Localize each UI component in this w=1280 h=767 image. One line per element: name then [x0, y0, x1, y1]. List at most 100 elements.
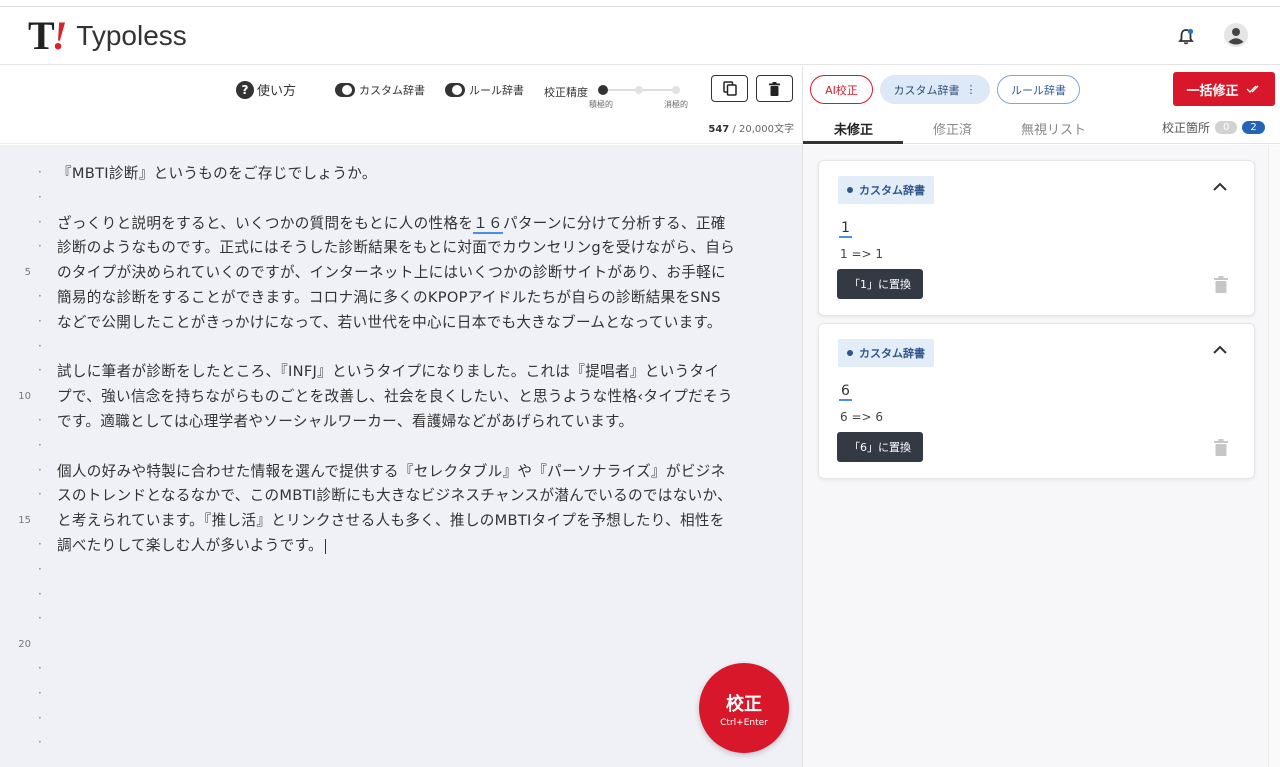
- trash-icon[interactable]: [1214, 439, 1228, 456]
- text-line: などで公開したことがきっかけになって、若い世代を中心に日本でも大きなブームとなっ…: [57, 310, 792, 335]
- text-segment: 『MBTI診断』というものをご存じでしょうか。: [57, 165, 377, 182]
- text-editor[interactable]: · · · · 5 · · · · 10 · · · · 15 · · · · 20 · · · · 『MBTI診断』というも…: [0, 145, 802, 767]
- open-count-badge: 2: [1242, 121, 1265, 134]
- chevron-up-icon[interactable]: [1212, 181, 1228, 193]
- user-avatar-icon[interactable]: [1224, 23, 1248, 47]
- text-segment: パターンに分けて分析する、正確: [502, 214, 726, 232]
- gutter-line: ·: [0, 608, 44, 633]
- proofread-panel: AI校正 カスタム辞書 ⋮ ルール辞書 一括修正 未修正 修正済 無視リスト 校…: [802, 66, 1280, 767]
- line-dot: ·: [38, 685, 42, 700]
- tab-ignore-list[interactable]: 無視リスト: [1021, 119, 1086, 138]
- line-dot: ·: [38, 735, 42, 750]
- double-check-icon: [1246, 85, 1258, 93]
- ai-proofread-filter[interactable]: AI校正: [810, 75, 873, 104]
- accuracy-slider[interactable]: [598, 84, 684, 98]
- line-dot: ·: [38, 214, 42, 229]
- gutter-line: ·: [0, 311, 44, 336]
- text-segment: 診断のようなものです。正式にはそうした診断結果をもとに対面でカウンセリンgを受け…: [57, 239, 736, 257]
- gutter-line: ·: [0, 484, 44, 509]
- text-caret: [324, 538, 326, 554]
- more-vert-icon[interactable]: ⋮: [966, 83, 977, 96]
- text-line: 診断のようなものです。正式にはそうした診断結果をもとに対面でカウンセリンgを受け…: [57, 235, 792, 260]
- line-dot: ·: [38, 189, 42, 204]
- help-link[interactable]: ? 使い方: [236, 80, 296, 99]
- text-line: と考えられています。『推し活』とリンクさせる人も多く、推しのMBTIタイプを予想…: [57, 508, 792, 533]
- scrollbar[interactable]: [1268, 145, 1280, 767]
- app-logo[interactable]: T! Typoless: [28, 16, 187, 56]
- text-line: 調べたりして楽しむ人が多いようです。: [57, 533, 792, 558]
- line-dot: ·: [38, 537, 42, 551]
- logo-mark: T!: [28, 13, 67, 58]
- slider-thumb[interactable]: [598, 85, 608, 95]
- text-segment: ざっくりと説明をすると、いくつかの質問をもとに人の性格を: [57, 214, 474, 232]
- trash-icon: [769, 81, 780, 96]
- line-dot: ·: [38, 239, 42, 254]
- gutter-line: ·: [0, 236, 44, 261]
- char-count: 547 / 20,000文字: [708, 124, 794, 135]
- flagged-word: 1: [839, 220, 852, 238]
- text-segment: と考えられています。『推し活』とリンクさせる人も多く、推しのMBTIタイプを予想…: [57, 512, 725, 530]
- clear-button[interactable]: [756, 75, 793, 102]
- text-segment: 調べたりして楽しむ人が多いようです。: [57, 537, 323, 554]
- custom-dict-filter[interactable]: カスタム辞書 ⋮: [880, 75, 990, 104]
- line-dot: ·: [38, 338, 42, 353]
- copy-button[interactable]: [711, 75, 748, 102]
- line-dot: ·: [38, 289, 42, 303]
- help-icon: ?: [236, 80, 254, 99]
- proofread-label: 校正: [726, 694, 762, 715]
- text-line: [57, 434, 792, 459]
- text-line: プで、強い信念を持ちながらものごとを改善し、社会を良くしたい、と思うような性格‹…: [57, 384, 792, 409]
- line-dot: ·: [38, 710, 42, 725]
- fix-all-button[interactable]: 一括修正: [1173, 72, 1275, 106]
- logo-text: Typoless: [76, 20, 187, 51]
- gutter-line: 10: [0, 385, 44, 410]
- custom-dict-filter-label: カスタム辞書: [893, 83, 960, 97]
- rule-dict-toggle[interactable]: ルール辞書: [445, 82, 524, 98]
- line-dot: ·: [38, 487, 42, 502]
- replace-button[interactable]: 「1」に置換: [837, 269, 923, 299]
- gutter-line: ·: [0, 162, 44, 187]
- line-dot: ·: [38, 313, 42, 328]
- custom-dict-toggle-label: カスタム辞書: [359, 84, 425, 97]
- editor-toolbar: ? 使い方 カスタム辞書 ルール辞書 校正精度 積極的 消極的 547 / 20…: [0, 66, 802, 144]
- gutter-line: ·: [0, 336, 44, 361]
- line-dot: ·: [38, 561, 42, 576]
- tab-fixed[interactable]: 修正済: [933, 119, 972, 138]
- flagged-text[interactable]: １６: [473, 214, 503, 234]
- line-number: 20: [18, 639, 31, 651]
- line-number: 15: [18, 515, 31, 527]
- text-line: のタイプが決められていくのですが、インターネット上にはいくつかの診断サイトがあり…: [57, 260, 792, 285]
- gutter-line: ·: [0, 559, 44, 584]
- bell-icon[interactable]: [1176, 27, 1196, 47]
- gutter-line: ·: [0, 584, 44, 609]
- gutter-line: ·: [0, 683, 44, 708]
- custom-dict-toggle[interactable]: カスタム辞書: [335, 82, 425, 98]
- top-edge: [0, 0, 1280, 7]
- slider-step[interactable]: [635, 86, 643, 94]
- gutter-line: ·: [0, 732, 44, 757]
- tab-unfixed[interactable]: 未修正: [834, 119, 873, 138]
- replace-button[interactable]: 「6」に置換: [837, 432, 923, 462]
- text-segment: のタイプが決められていくのですが、インターネット上にはいくつかの診断サイトがあり…: [57, 264, 726, 282]
- gutter-line: ·: [0, 460, 44, 485]
- text-segment: などで公開したことがきっかけになって、若い世代を中心に日本でも大きなブームとなっ…: [57, 313, 722, 331]
- chevron-up-icon[interactable]: [1212, 344, 1228, 356]
- flagged-word: 6: [839, 383, 852, 401]
- dictionary-tag: カスタム辞書: [838, 176, 934, 204]
- gutter-line: ·: [0, 534, 44, 559]
- active-tab-indicator: [803, 141, 903, 144]
- text-line: ざっくりと説明をすると、いくつかの質問をもとに人の性格を１６パターンに分けて分析…: [57, 211, 792, 236]
- line-dot: ·: [38, 437, 42, 452]
- help-label: 使い方: [257, 84, 297, 99]
- rule-dict-filter[interactable]: ルール辞書: [997, 75, 1080, 104]
- fix-all-label: 一括修正: [1186, 83, 1239, 99]
- line-dot: ·: [38, 661, 42, 675]
- fixed-count-badge: 0: [1215, 121, 1238, 134]
- slider-step[interactable]: [672, 86, 680, 94]
- text-line: [57, 335, 792, 360]
- correction-count: 校正箇所 0 2: [1162, 119, 1265, 136]
- dictionary-tag: カスタム辞書: [838, 339, 934, 367]
- correction-count-label: 校正箇所: [1162, 121, 1211, 135]
- proofread-button[interactable]: 校正 Ctrl+Enter: [699, 663, 789, 753]
- trash-icon[interactable]: [1214, 276, 1228, 293]
